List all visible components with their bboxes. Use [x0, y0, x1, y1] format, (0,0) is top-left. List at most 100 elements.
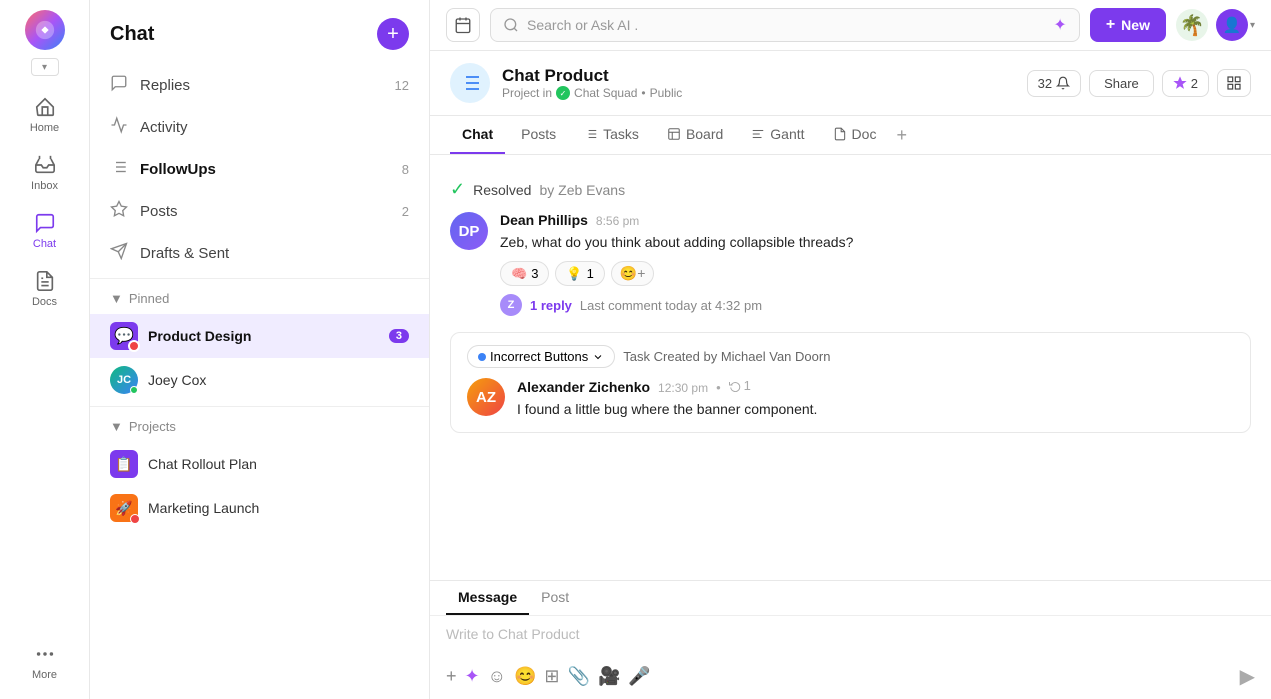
sidebar-header: Chat + [90, 0, 429, 64]
bell-icon [1056, 76, 1070, 90]
meta-prefix: Project in [502, 86, 552, 100]
add-reaction-button[interactable]: 😊+ [611, 261, 655, 286]
calendar-icon [454, 16, 472, 34]
nav-collapse-button[interactable]: ▾ [31, 58, 59, 76]
tab-gantt[interactable]: Gantt [739, 116, 816, 154]
task-tag-chevron [592, 351, 604, 363]
compose-post-label: Post [541, 589, 569, 605]
compose-video-icon[interactable]: 🎥 [598, 666, 620, 687]
chat-header-actions: 32 Share 2 [1027, 69, 1251, 97]
task-tag-dot [478, 353, 486, 361]
reply-count: 1 reply [530, 298, 572, 313]
followups-icon [110, 158, 128, 180]
dean-time: 8:56 pm [596, 214, 639, 228]
compose-tab-post[interactable]: Post [529, 581, 581, 615]
resolved-check-icon: ✓ [450, 179, 465, 200]
dean-reactions: 🧠 3 💡 1 😊+ [500, 261, 1251, 286]
task-tag[interactable]: Incorrect Buttons [467, 345, 615, 368]
sidebar-item-joey-cox[interactable]: JC Joey Cox [90, 358, 429, 402]
chat-header-meta: Project in ✓ Chat Squad • Public [502, 86, 1015, 100]
resolved-text: Resolved [473, 182, 531, 198]
dean-reply-bar[interactable]: Z 1 reply Last comment today at 4:32 pm [500, 294, 1251, 316]
tab-chat-label: Chat [462, 126, 493, 142]
compose-ai-icon[interactable]: ✦ [465, 666, 480, 687]
tab-doc[interactable]: Doc [821, 116, 889, 154]
projects-section-header[interactable]: ▼ Projects [90, 411, 429, 442]
sidebar-item-activity[interactable]: Activity [90, 106, 429, 148]
sidebar-item-drafts[interactable]: Drafts & Sent [90, 232, 429, 274]
sidebar-item-inbox[interactable]: Inbox [10, 146, 80, 200]
compose-add-icon[interactable]: + [446, 666, 457, 687]
brain-emoji: 🧠 [511, 266, 527, 282]
alex-message-text: I found a little bug where the banner co… [517, 399, 1234, 420]
alex-name: Alexander Zichenko [517, 379, 650, 395]
notification-count: 32 [1038, 76, 1052, 91]
alex-sync: • [716, 380, 721, 395]
sidebar-item-home[interactable]: Home [10, 88, 80, 142]
compose-emoji-icon[interactable]: 😊 [514, 666, 536, 687]
sidebar-item-marketing-launch[interactable]: 🚀 Marketing Launch [90, 486, 429, 530]
alex-avatar: AZ [467, 378, 505, 416]
share-button[interactable]: Share [1089, 70, 1154, 97]
notification-count-button[interactable]: 32 [1027, 70, 1081, 97]
compose-toolbar: + ✦ ☺ 😊 ⊞ 📎 🎥 🎤 ▶ [430, 656, 1271, 699]
compose-attach-icon[interactable]: 📎 [568, 666, 590, 687]
compose-tab-message[interactable]: Message [446, 581, 529, 615]
search-placeholder: Search or Ask AI . [527, 17, 1045, 33]
chat-product-title: Chat Product [502, 66, 1015, 86]
inbox-icon [34, 154, 56, 176]
layout-button[interactable] [1217, 69, 1251, 97]
calendar-button[interactable] [446, 8, 480, 42]
reaction-bulb[interactable]: 💡 1 [555, 261, 604, 286]
topbar-user-avatar[interactable]: 👤 ▾ [1216, 9, 1255, 41]
compose-table-icon[interactable]: ⊞ [544, 666, 559, 687]
compose-emoji-smile-icon[interactable]: ☺ [488, 666, 506, 687]
more-label: More [32, 669, 57, 681]
compose-area: Message Post Write to Chat Product + ✦ ☺… [430, 580, 1271, 699]
ai-count: 2 [1191, 76, 1198, 91]
tab-tasks[interactable]: Tasks [572, 116, 651, 154]
projects-label: Projects [129, 419, 176, 434]
main-content: Search or Ask AI . ✦ + New 🌴 👤 ▾ [430, 0, 1271, 699]
sidebar-add-button[interactable]: + [377, 18, 409, 50]
joey-online-dot [130, 386, 138, 394]
tab-add-button[interactable]: + [896, 125, 907, 146]
tab-chat[interactable]: Chat [450, 116, 505, 154]
marketing-launch-label: Marketing Launch [148, 500, 409, 516]
topbar-palm-avatar[interactable]: 🌴 [1176, 9, 1208, 41]
sidebar-item-replies[interactable]: Replies 12 [90, 64, 429, 106]
compose-mic-icon[interactable]: 🎤 [628, 666, 650, 687]
new-button[interactable]: + New [1090, 8, 1166, 42]
tab-board[interactable]: Board [655, 116, 735, 154]
sidebar-item-chat[interactable]: Chat [10, 204, 80, 258]
projects-items: 📋 Chat Rollout Plan 🚀 Marketing Launch [90, 442, 429, 530]
sidebar-item-product-design[interactable]: 💬 Product Design 3 [90, 314, 429, 358]
task-tag-label: Incorrect Buttons [490, 349, 588, 364]
sidebar-item-chat-rollout[interactable]: 📋 Chat Rollout Plan [90, 442, 429, 486]
search-bar[interactable]: Search or Ask AI . ✦ [490, 8, 1080, 42]
resolved-by-user: by Zeb Evans [539, 182, 625, 198]
sidebar-item-followups[interactable]: FollowUps 8 [90, 148, 429, 190]
sidebar: Chat + Replies 12 Activity [90, 0, 430, 699]
resolved-banner: ✓ Resolved by Zeb Evans [450, 171, 1251, 212]
compose-send-button[interactable]: ▶ [1240, 664, 1255, 689]
bulb-emoji: 💡 [566, 266, 582, 282]
task-message-header: Incorrect Buttons Task Created by Michae… [467, 345, 1234, 368]
sidebar-item-docs[interactable]: Docs [10, 262, 80, 316]
sidebar-item-posts[interactable]: Posts 2 [90, 190, 429, 232]
sidebar-item-more[interactable]: More [10, 635, 80, 689]
docs-label: Docs [32, 296, 57, 308]
user-avatar-chevron: ▾ [1250, 20, 1255, 31]
ai-button[interactable]: 2 [1162, 70, 1209, 97]
search-icon [503, 17, 519, 33]
reaction-brain[interactable]: 🧠 3 [500, 261, 549, 286]
compose-input[interactable]: Write to Chat Product [430, 616, 1271, 656]
compose-tabs: Message Post [430, 581, 1271, 616]
message-dean-phillips: DP Dean Phillips 8:56 pm Zeb, what do yo… [450, 212, 1251, 316]
replies-count: 12 [395, 78, 409, 93]
activity-icon [110, 116, 128, 138]
pinned-section-header[interactable]: ▼ Pinned [90, 283, 429, 314]
docs-icon [34, 270, 56, 292]
tab-posts[interactable]: Posts [509, 116, 568, 154]
app-logo[interactable] [25, 10, 65, 50]
